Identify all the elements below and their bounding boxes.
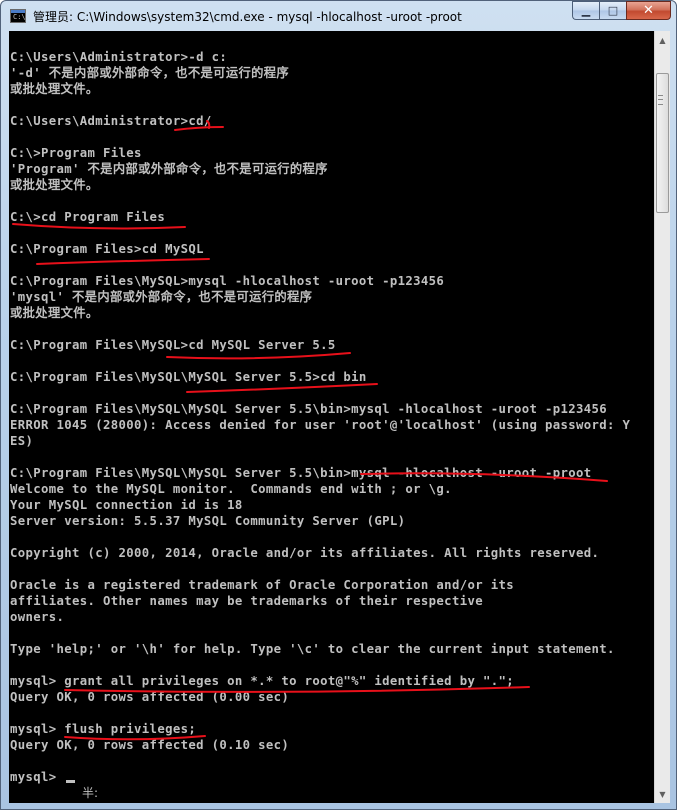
console-line: Your MySQL connection id is 18 [10,498,243,512]
maximize-button[interactable]: □ [599,1,626,20]
console-line: 或批处理文件。 [10,306,99,320]
console-line: C:\Program Files\MySQL>cd MySQL Server 5… [10,338,336,352]
console-line: Server version: 5.5.37 MySQL Community S… [10,514,406,528]
console-line: 'Program' 不是内部或外部命令，也不是可运行的程序 [10,162,328,176]
close-button[interactable]: ✕ [626,1,671,20]
console-line: C:\Program Files>cd MySQL [10,242,204,256]
console-line: mysql> grant all privileges on *.* to ro… [10,674,514,688]
console-line: owners. [10,610,65,624]
console-line: Query OK, 0 rows affected (0.00 sec) [10,690,290,704]
caption-buttons: ▁ □ ✕ [572,1,671,20]
console-lines: C:\Users\Administrator>-d c: '-d' 不是内部或外部… [10,49,630,785]
window-title: 管理员: C:\Windows\system32\cmd.exe - mysql… [33,10,462,24]
scroll-up-icon[interactable]: ▲ [655,32,670,48]
console-line: C:\Program Files\MySQL\MySQL Server 5.5\… [10,466,592,480]
ime-indicator: 半: [82,786,99,800]
console-line: '-d' 不是内部或外部命令，也不是可运行的程序 [10,66,290,80]
console-line: ES) [10,434,34,448]
console-output[interactable]: C:\Users\Administrator>-d c: '-d' 不是内部或外部… [9,31,654,803]
console-line: Type 'help;' or '\h' for help. Type '\c'… [10,642,615,656]
console-line: C:\Program Files\MySQL>mysql -hlocalhost… [10,274,445,288]
cmd-icon[interactable]: C:\ [10,9,26,23]
console-line: Welcome to the MySQL monitor. Commands e… [10,482,452,496]
vertical-scrollbar[interactable]: ▲ ▼ [654,31,670,803]
console-line: 'mysql' 不是内部或外部命令，也不是可运行的程序 [10,290,313,304]
console-line: 或批处理文件。 [10,82,99,96]
scroll-down-icon[interactable]: ▼ [655,786,670,802]
minimize-button[interactable]: ▁ [572,1,599,20]
console-line: C:\>Program Files [10,146,142,160]
title-bar[interactable]: C:\ 管理员: C:\Windows\system32\cmd.exe - m… [1,1,676,31]
console-line: C:\Program Files\MySQL\MySQL Server 5.5>… [10,370,367,384]
console-line: mysql> flush privileges; [10,722,197,736]
console-line: C:\Program Files\MySQL\MySQL Server 5.5\… [10,402,608,416]
console-line: affiliates. Other names may be trademark… [10,594,483,608]
scroll-thumb[interactable] [656,73,669,213]
console-line: Copyright (c) 2000, 2014, Oracle and/or … [10,546,600,560]
text-cursor [66,780,75,783]
console-line: C:\>cd Program Files [10,210,166,224]
console-line: ERROR 1045 (28000): Access denied for us… [10,418,631,432]
console-line: Query OK, 0 rows affected (0.10 sec) [10,738,290,752]
console-line: C:\Users\Administrator>-d c: [10,50,228,64]
console-line: 或批处理文件。 [10,178,99,192]
cmd-window: C:\ 管理员: C:\Windows\system32\cmd.exe - m… [0,0,677,810]
console-line: C:\Users\Administrator>cd/ [10,114,212,128]
console-line: mysql> [10,770,65,784]
console-line: Oracle is a registered trademark of Orac… [10,578,514,592]
scroll-grip-icon [658,95,663,105]
